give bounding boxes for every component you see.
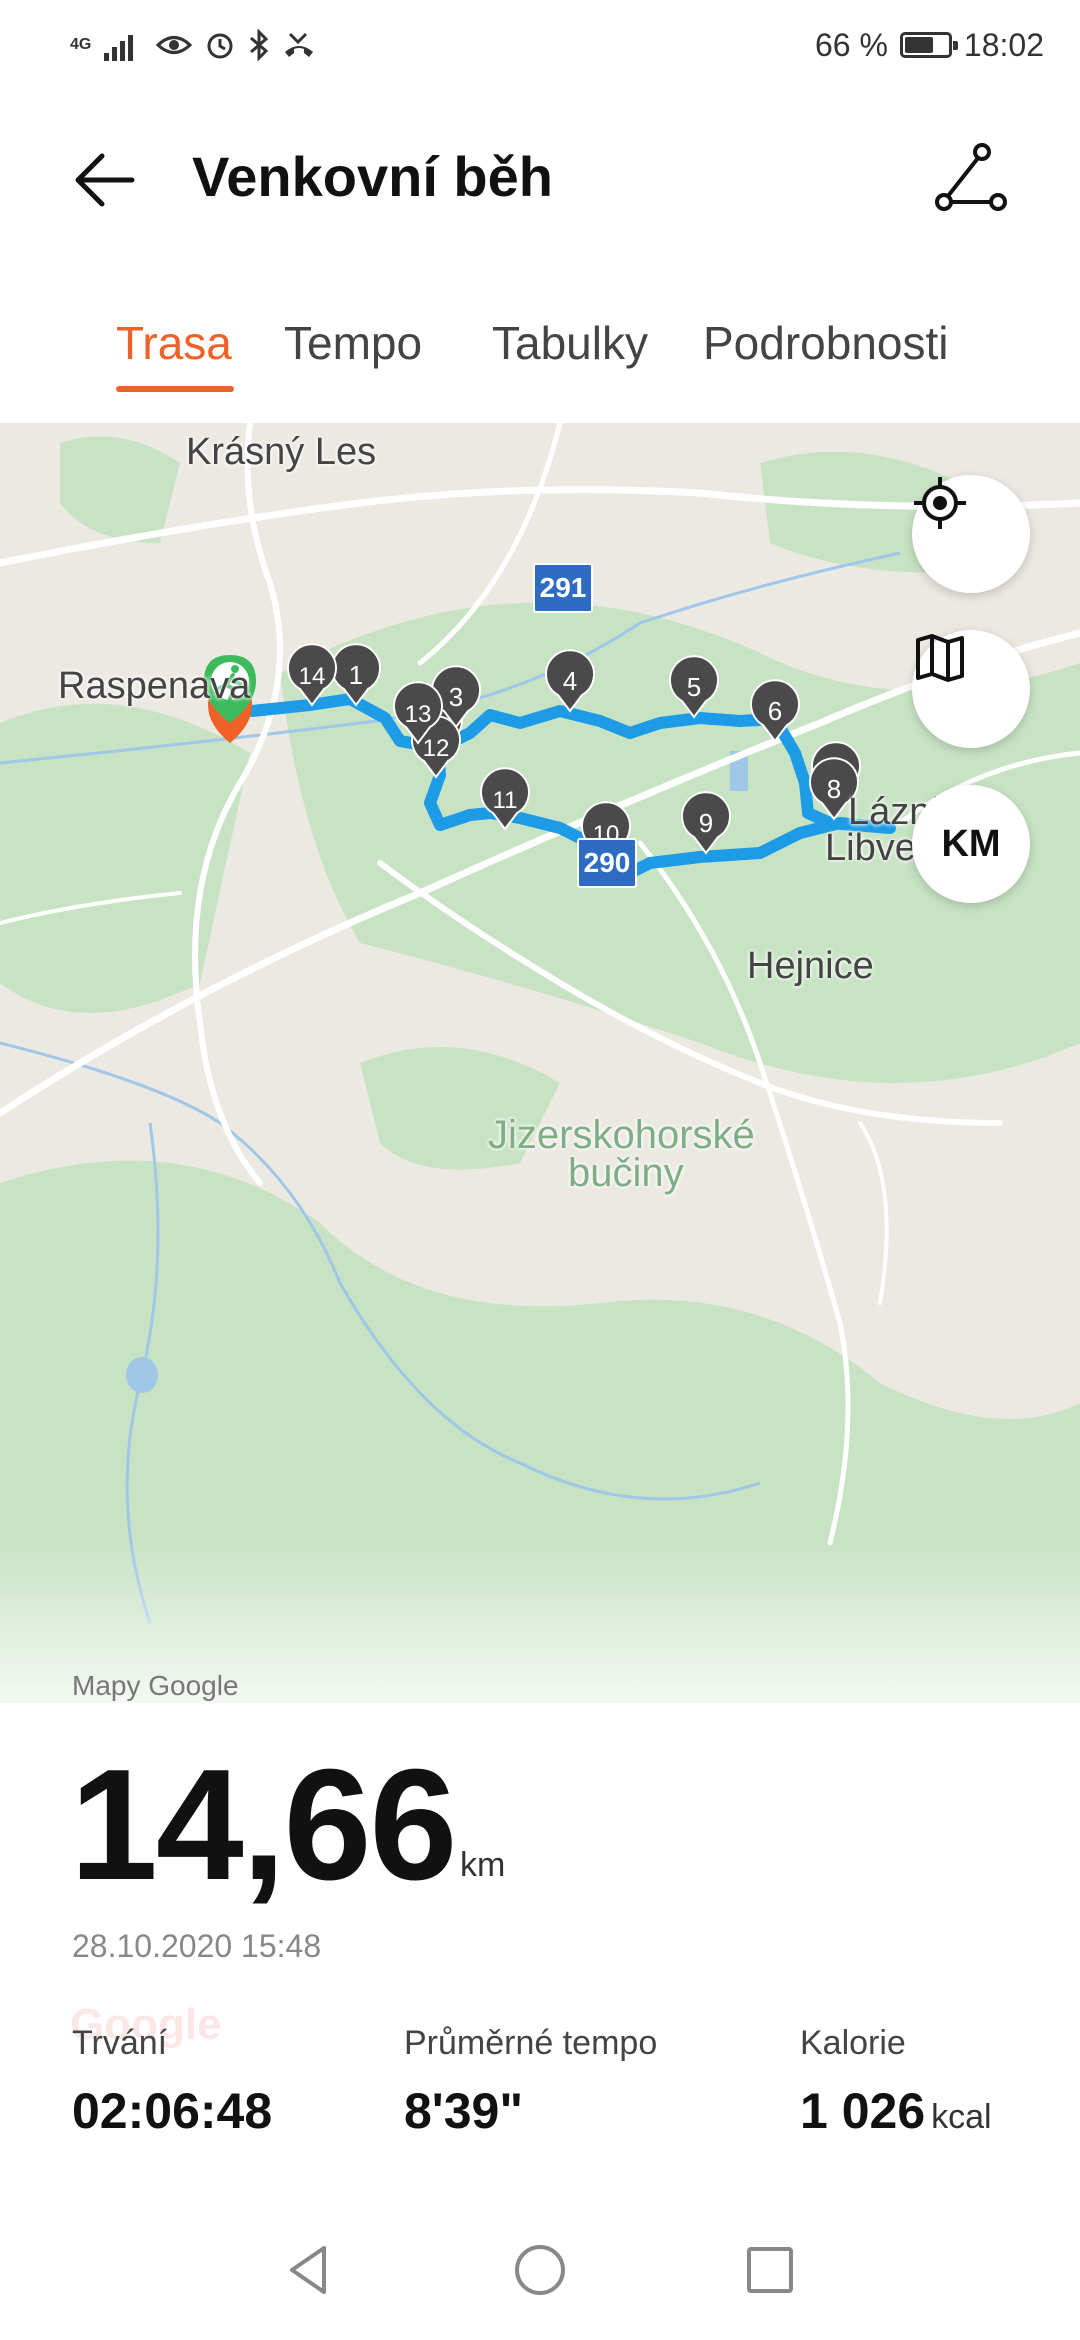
home-circle-icon[interactable]: [510, 2240, 570, 2300]
calories-unit: kcal: [931, 2098, 992, 2136]
tab-tabulky[interactable]: Tabulky: [492, 316, 648, 370]
locate-button[interactable]: [912, 475, 1030, 593]
eye-icon: [156, 36, 192, 54]
map-layers-button[interactable]: [912, 630, 1030, 748]
place-label-raspenava: Raspenava: [58, 665, 251, 707]
svg-text:3: 3: [449, 682, 463, 712]
svg-text:4: 4: [563, 666, 577, 696]
road-badge-290: 290: [577, 838, 637, 888]
tab-tempo[interactable]: Tempo: [284, 316, 422, 370]
battery-icon: [899, 32, 958, 58]
signal-icon: [104, 35, 133, 61]
system-nav-bar: [0, 2200, 1080, 2340]
unit-toggle-label: KM: [941, 822, 1001, 865]
place-label-buciny: bučiny: [568, 1151, 684, 1195]
tab-trasa[interactable]: Trasa: [116, 316, 232, 370]
clock: 18:02: [963, 26, 1044, 63]
missed-call-icon: [285, 32, 313, 57]
svg-text:11: 11: [493, 787, 518, 814]
calories-label: Kalorie: [800, 2024, 906, 2062]
page-title: Venkovní běh: [192, 145, 553, 208]
status-icons-left: 4G: [70, 22, 316, 68]
activity-datetime: 28.10.2020 15:48: [72, 1928, 322, 1964]
pace-value: 8'39": [404, 2083, 524, 2139]
svg-text:13: 13: [405, 701, 432, 728]
battery-percent: 66 %: [814, 26, 888, 63]
map-attribution: Mapy Google: [72, 1670, 239, 1701]
map-canvas: 1234567891011121314: [0, 423, 1080, 1703]
unit-toggle-button[interactable]: KM: [912, 785, 1030, 903]
calories-value: 1 026 kcal: [800, 2083, 992, 2139]
crosshair-icon: [914, 477, 966, 529]
arrow-left-icon[interactable]: [70, 140, 150, 220]
bluetooth-icon: [250, 29, 269, 61]
distance-unit: km: [460, 1846, 506, 1884]
route-icon[interactable]: [932, 138, 1012, 218]
place-label-hejnice: Hejnice: [747, 945, 874, 987]
duration-value: 02:06:48: [72, 2083, 273, 2139]
alarm-icon: [207, 33, 233, 59]
place-label-krasny-les: Krásný Les: [186, 431, 377, 473]
distance-value: 14,66: [70, 1737, 457, 1913]
pace-label: Průměrné tempo: [404, 2024, 658, 2062]
app-header: Venkovní běh: [0, 110, 1080, 240]
svg-text:1: 1: [349, 660, 363, 690]
active-tab-indicator: [116, 386, 234, 392]
svg-text:12: 12: [423, 735, 450, 762]
route-map[interactable]: 1234567891011121314 Krásný Les Raspenava…: [0, 423, 1080, 1703]
svg-text:5: 5: [687, 672, 701, 702]
svg-text:8: 8: [827, 774, 841, 804]
status-icons-right: 66 % 18:02: [815, 22, 1044, 68]
svg-text:14: 14: [299, 663, 326, 690]
svg-text:9: 9: [699, 808, 713, 838]
tab-podrobnosti[interactable]: Podrobnosti: [703, 316, 949, 370]
duration-label: Trvání: [72, 2024, 168, 2062]
back-triangle-icon[interactable]: [280, 2240, 340, 2300]
map-icon: [916, 634, 964, 682]
recents-square-icon[interactable]: [740, 2240, 800, 2300]
tab-bar: Trasa Tempo Tabulky Podrobnosti: [0, 300, 1080, 400]
svg-text:6: 6: [768, 696, 782, 726]
network-type: 4G: [70, 36, 92, 53]
road-badge-291: 291: [533, 563, 593, 613]
status-bar: 4G 66 % 18:02: [0, 0, 1080, 90]
